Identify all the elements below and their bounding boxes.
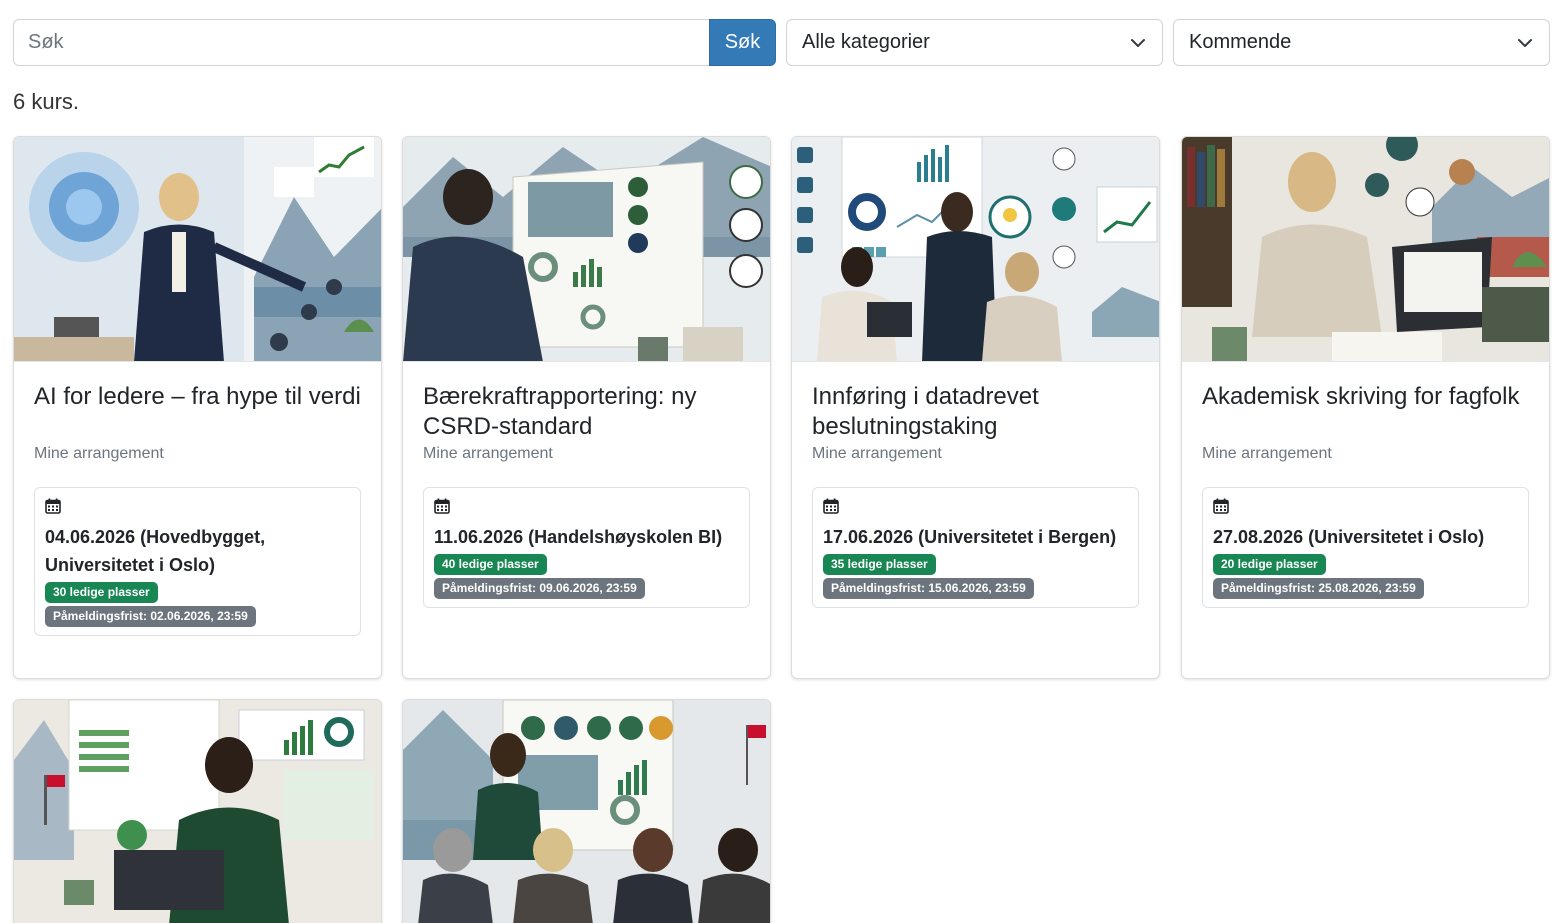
session-box: 27.08.2026 (Universitetet i Oslo) 20 led…	[1202, 487, 1529, 608]
availability-badge: 40 ledige plasser	[434, 554, 547, 575]
course-title[interactable]: AI for ledere – fra hype til verdi	[34, 382, 361, 442]
deadline-badge: Påmeldingsfrist: 25.08.2026, 23:59	[1213, 578, 1424, 599]
session-box: 11.06.2026 (Handelshøyskolen BI) 40 ledi…	[423, 487, 750, 608]
session-box: 04.06.2026 (Hovedbygget, Universitetet i…	[34, 487, 361, 636]
calendar-icon	[434, 498, 450, 514]
course-subtitle: Mine arrangement	[812, 445, 942, 462]
calendar-icon	[1213, 498, 1229, 514]
deadline-badge: Påmeldingsfrist: 15.06.2026, 23:59	[823, 578, 1034, 599]
course-subtitle: Mine arrangement	[1202, 445, 1332, 462]
time-select[interactable]: Kommende	[1173, 19, 1550, 66]
search-group: Søk	[13, 19, 776, 66]
search-input[interactable]	[13, 19, 709, 66]
course-card[interactable]: Bærekraftrapportering: ny CSRD-standard …	[402, 136, 771, 679]
course-image	[1182, 137, 1549, 362]
deadline-badge: Påmeldingsfrist: 02.06.2026, 23:59	[45, 606, 256, 627]
course-title[interactable]: Innføring i datadrevet beslutningstaking	[812, 382, 1139, 442]
session-date: 11.06.2026 (Handelshøyskolen BI)	[434, 527, 723, 547]
availability-badge: 30 ledige plasser	[45, 582, 158, 603]
time-select-value: Kommende	[1189, 31, 1292, 53]
chevron-down-icon	[1518, 39, 1532, 47]
deadline-badge: Påmeldingsfrist: 09.06.2026, 23:59	[434, 578, 645, 599]
result-count: 6 kurs.	[13, 89, 80, 114]
course-subtitle: Mine arrangement	[34, 445, 164, 462]
course-title[interactable]: Akademisk skriving for fagfolk	[1202, 382, 1529, 442]
course-image	[403, 700, 770, 923]
calendar-icon	[45, 498, 61, 514]
search-button[interactable]: Søk	[709, 19, 776, 66]
course-card[interactable]	[13, 699, 382, 923]
session-date: 04.06.2026 (Hovedbygget, Universitetet i…	[45, 527, 266, 575]
course-image	[792, 137, 1159, 362]
category-select[interactable]: Alle kategorier	[786, 19, 1163, 66]
chevron-down-icon	[1131, 39, 1145, 47]
availability-badge: 20 ledige plasser	[1213, 554, 1326, 575]
category-select-value: Alle kategorier	[802, 31, 930, 53]
course-card[interactable]: Innføring i datadrevet beslutningstaking…	[791, 136, 1160, 679]
course-image	[14, 700, 381, 923]
course-image	[403, 137, 770, 362]
filter-toolbar: Søk Alle kategorier Kommende	[13, 19, 1550, 66]
availability-badge: 35 ledige plasser	[823, 554, 936, 575]
course-subtitle: Mine arrangement	[423, 445, 553, 462]
course-image	[14, 137, 381, 362]
course-card[interactable]: Akademisk skriving for fagfolk Mine arra…	[1181, 136, 1550, 679]
course-card[interactable]: AI for ledere – fra hype til verdi Mine …	[13, 136, 382, 679]
session-date: 27.08.2026 (Universitetet i Oslo)	[1213, 527, 1485, 547]
course-card[interactable]	[402, 699, 771, 923]
session-date: 17.06.2026 (Universitetet i Bergen)	[823, 527, 1117, 547]
course-title[interactable]: Bærekraftrapportering: ny CSRD-standard	[423, 382, 750, 442]
session-box: 17.06.2026 (Universitetet i Bergen) 35 l…	[812, 487, 1139, 608]
calendar-icon	[823, 498, 839, 514]
